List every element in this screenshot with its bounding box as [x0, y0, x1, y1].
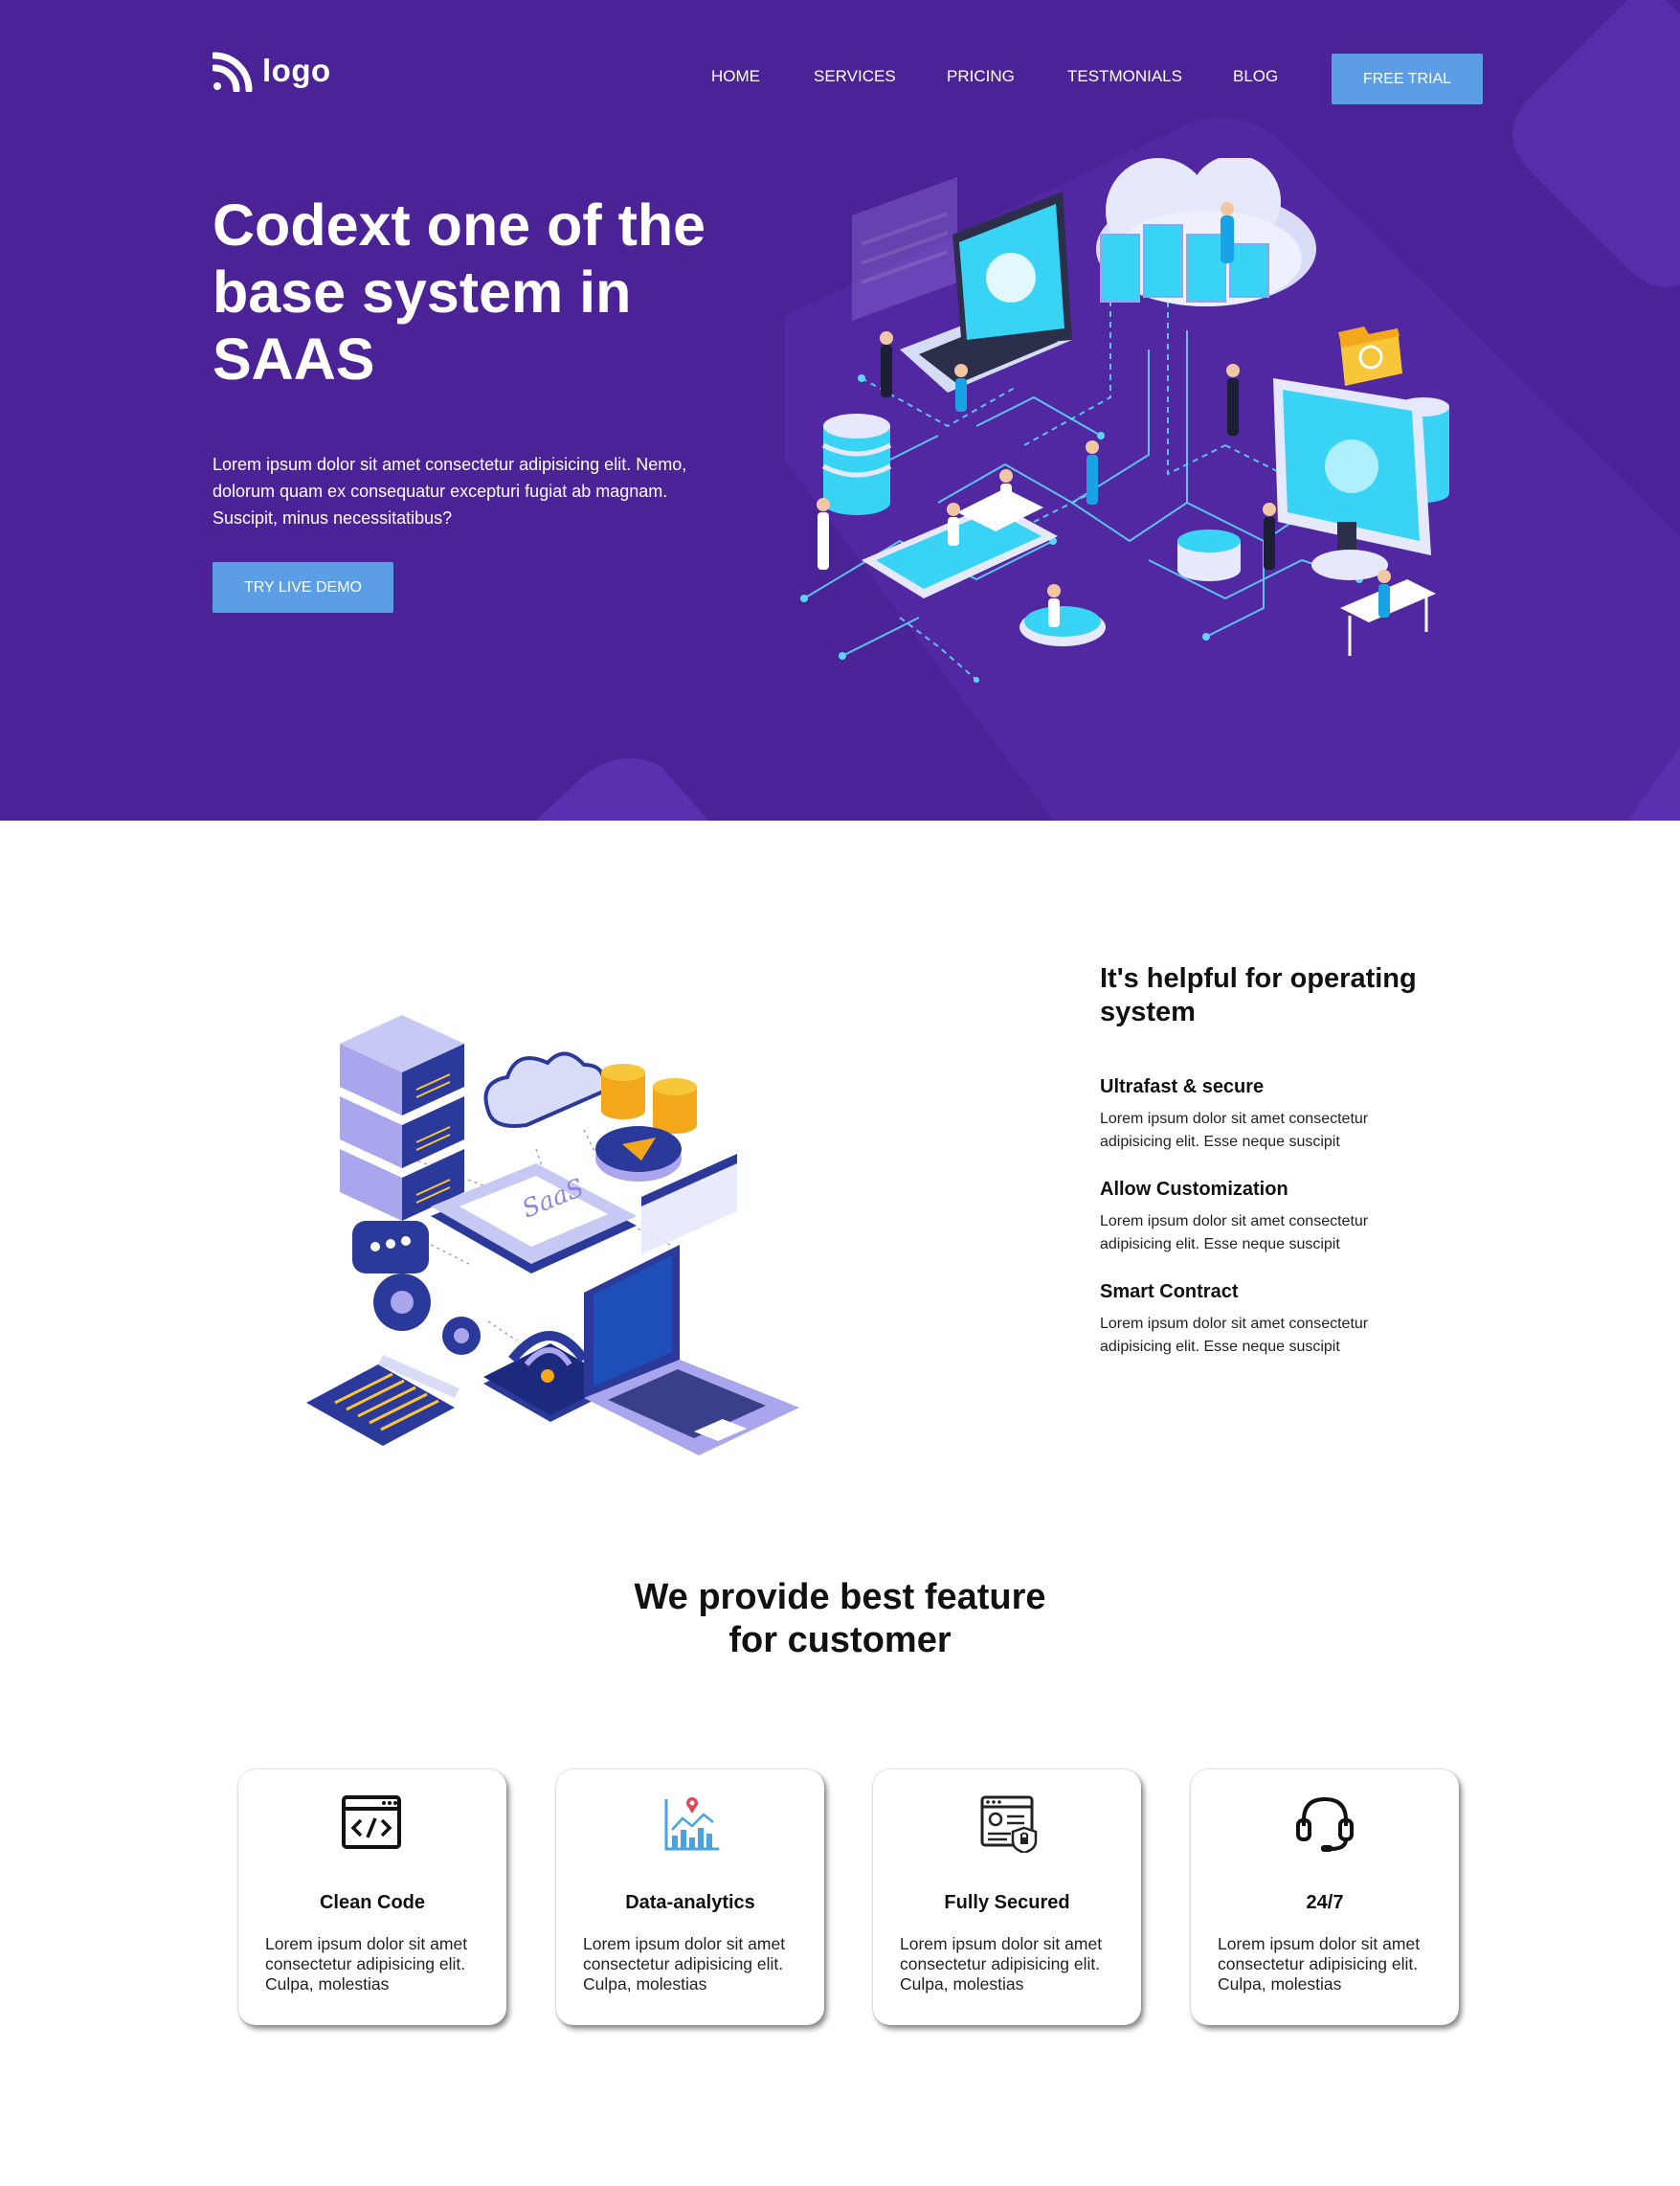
logo-text: logo: [262, 53, 331, 88]
feature-customization: Allow Customization Lorem ipsum dolor si…: [1100, 1179, 1425, 1256]
nav-testimonials[interactable]: TESTMONIALS: [1067, 67, 1182, 86]
logo-icon: [213, 52, 253, 92]
card-description: Lorem ipsum dolor sit amet consectetur a…: [1218, 1934, 1421, 1994]
hero-title: Codext one of the base system in SAAS: [213, 192, 706, 392]
features-title-text: We provide best feature for customer: [634, 1577, 1046, 1660]
security-shield-icon: [980, 1795, 1038, 1853]
nav-blog[interactable]: BLOG: [1233, 67, 1278, 86]
card-description: Lorem ipsum dolor sit amet consectetur a…: [265, 1934, 468, 1994]
card-title: Clean Code: [319, 1892, 426, 1913]
feature-ultrafast: Ultrafast & secure Lorem ipsum dolor sit…: [1100, 1076, 1425, 1154]
feature-description: Lorem ipsum dolor sit amet consectetur a…: [1100, 1316, 1369, 1355]
operating-section-title: It's helpful for operating system: [1100, 963, 1417, 1027]
features-section-title: We provide best feature for customer: [0, 1576, 1680, 1662]
feature-description: Lorem ipsum dolor sit amet consectetur a…: [1100, 1111, 1369, 1150]
card-description: Lorem ipsum dolor sit amet consectetur a…: [583, 1934, 786, 1994]
analytics-chart-icon: [664, 1797, 719, 1851]
cloud-network-illustration: [800, 158, 1449, 683]
feature-title: Allow Customization: [1100, 1179, 1288, 1200]
free-trial-button[interactable]: FREE TRIAL: [1332, 54, 1483, 104]
hero-section: logo HOME SERVICES PRICING TESTMONIALS B…: [0, 0, 1680, 821]
card-title: 24/7: [1306, 1892, 1344, 1913]
try-live-demo-button[interactable]: TRY LIVE DEMO: [213, 562, 393, 613]
saas-isometric-illustration: SaaS: [306, 1015, 799, 1455]
hero-description: Lorem ipsum dolor sit amet consectetur a…: [213, 455, 687, 528]
card-title: Data-analytics: [625, 1892, 755, 1913]
logo[interactable]: logo: [213, 50, 331, 92]
card-description: Lorem ipsum dolor sit amet consectetur a…: [900, 1934, 1103, 1994]
feature-card-data-analytics[interactable]: Data-analytics Lorem ipsum dolor sit ame…: [556, 1769, 824, 2025]
feature-card-24-7[interactable]: 24/7 Lorem ipsum dolor sit amet consecte…: [1191, 1769, 1459, 2025]
nav-pricing[interactable]: PRICING: [947, 67, 1015, 86]
feature-title: Smart Contract: [1100, 1281, 1239, 1302]
code-window-icon: [342, 1795, 401, 1849]
feature-card-clean-code[interactable]: Clean Code Lorem ipsum dolor sit amet co…: [238, 1769, 506, 2025]
nav-home[interactable]: HOME: [711, 67, 760, 86]
feature-title: Ultrafast & secure: [1100, 1076, 1265, 1097]
feature-smart-contract: Smart Contract Lorem ipsum dolor sit ame…: [1100, 1281, 1425, 1359]
feature-description: Lorem ipsum dolor sit amet consectetur a…: [1100, 1213, 1369, 1252]
nav-services[interactable]: SERVICES: [814, 67, 896, 86]
card-title: Fully Secured: [944, 1892, 1070, 1913]
headset-icon: [1296, 1796, 1354, 1852]
feature-card-fully-secured[interactable]: Fully Secured Lorem ipsum dolor sit amet…: [873, 1769, 1141, 2025]
